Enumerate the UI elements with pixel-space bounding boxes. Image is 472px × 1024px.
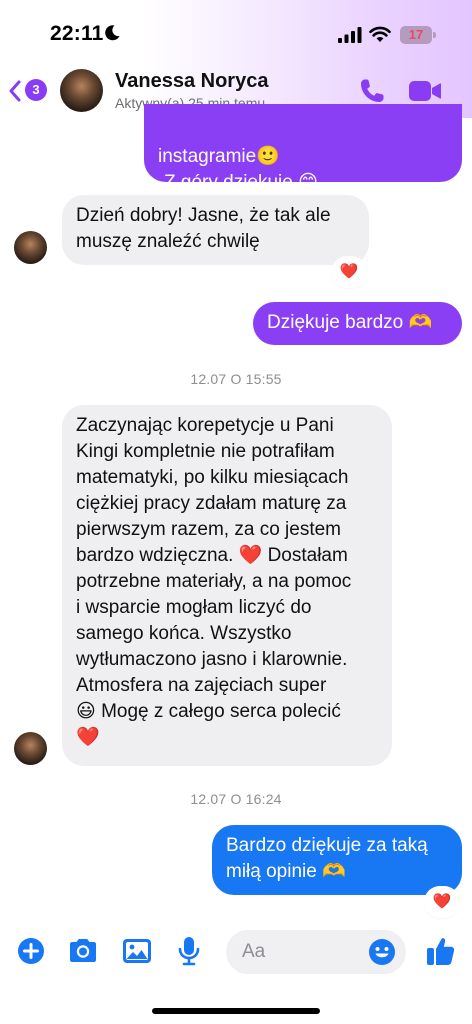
contact-avatar[interactable]: [60, 69, 103, 112]
sender-avatar[interactable]: [14, 732, 47, 765]
image-icon[interactable]: [120, 934, 154, 968]
back-button[interactable]: 3: [8, 78, 48, 104]
status-bar: 22:11 17: [0, 0, 472, 62]
thumbs-up-icon[interactable]: [424, 934, 458, 968]
message-text: Z góry dziękuje 😊: [164, 172, 318, 193]
heart-reaction[interactable]: ❤️: [333, 258, 365, 286]
message-timestamp: 12.07 O 15:55: [190, 371, 282, 387]
message-bubble-incoming[interactable]: Zaczynając korepetycje u Pani Kingi komp…: [62, 405, 392, 766]
signal-icon: [338, 27, 362, 43]
status-time: 22:11: [50, 22, 104, 45]
back-chevron-icon: [9, 80, 21, 102]
camera-icon[interactable]: [66, 934, 100, 968]
message-composer: [0, 920, 472, 1024]
sender-avatar[interactable]: [14, 231, 47, 264]
phone-icon[interactable]: [358, 77, 386, 105]
message-bubble-incoming[interactable]: Dzień dobry! Jasne, że tak ale muszę zna…: [62, 195, 369, 265]
unread-count-badge: 3: [25, 79, 47, 101]
home-indicator: [152, 1008, 320, 1014]
battery-icon: 17: [400, 26, 432, 44]
moon-icon: [105, 25, 120, 41]
message-bubble-outgoing[interactable]: instagramie🙂 Z góry dziękuje 😊: [144, 104, 462, 193]
message-text: instagramie🙂: [158, 146, 280, 167]
video-camera-icon[interactable]: [408, 79, 442, 103]
microphone-icon[interactable]: [172, 934, 206, 968]
plus-icon[interactable]: [14, 934, 48, 968]
smile-icon[interactable]: [368, 938, 396, 966]
wifi-icon: [369, 26, 391, 42]
contact-name[interactable]: Vanessa Noryca: [115, 70, 268, 93]
heart-reaction[interactable]: ❤️: [426, 888, 458, 916]
battery-nub: [433, 32, 436, 38]
message-bubble-outgoing[interactable]: Dziękuje bardzo 🫶: [253, 302, 462, 345]
message-bubble-outgoing[interactable]: Bardzo dziękuje za taką miłą opinie 🫶: [212, 825, 462, 895]
message-timestamp: 12.07 O 16:24: [190, 791, 282, 807]
message-input-container[interactable]: [226, 930, 406, 974]
message-input[interactable]: [242, 938, 352, 966]
